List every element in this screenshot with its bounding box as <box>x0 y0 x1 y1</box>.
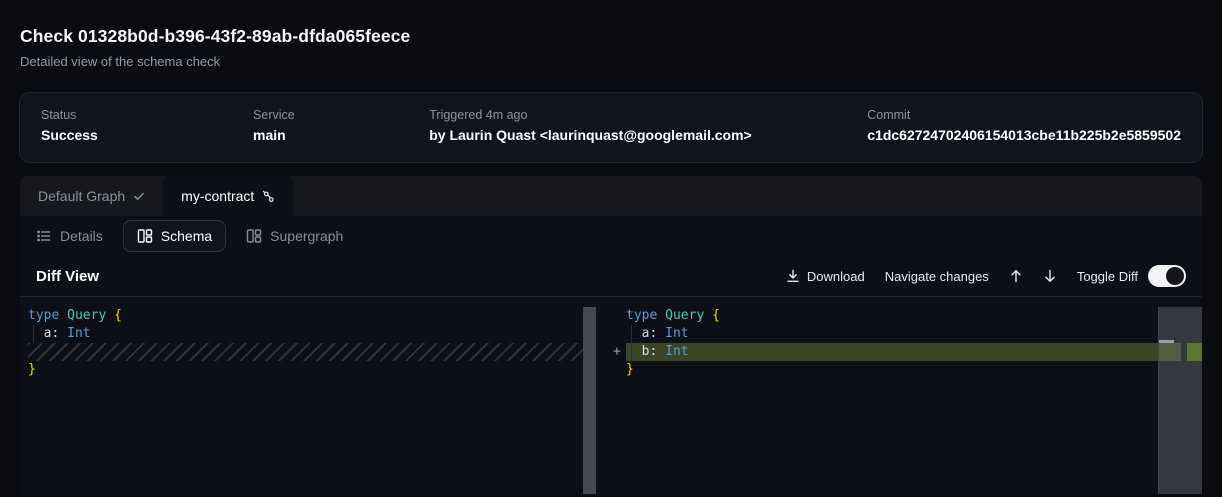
schema-check-page: Check 01328b0d-b396-43f2-89ab-dfda065fee… <box>0 0 1222 497</box>
commit-label: Commit <box>867 108 1181 122</box>
code-line: a: Int <box>28 325 583 343</box>
page-header: Check 01328b0d-b396-43f2-89ab-dfda065fee… <box>0 0 1222 69</box>
status-value: Success <box>41 127 253 143</box>
list-icon <box>36 228 52 244</box>
switch-knob <box>1166 267 1184 285</box>
code-line: } <box>28 361 583 379</box>
tab-default-graph[interactable]: Default Graph <box>20 176 163 216</box>
navigate-changes-label: Navigate changes <box>885 269 989 284</box>
plus-icon: + <box>613 343 621 361</box>
tab-supergraph[interactable]: Supergraph <box>246 228 343 244</box>
code-line: } <box>626 361 1158 379</box>
tab-default-graph-label: Default Graph <box>38 188 125 204</box>
arrow-up-icon <box>1009 269 1023 283</box>
check-detail-panel: Default Graph my-contract Details <box>20 176 1202 495</box>
diff-filler-line <box>28 343 583 361</box>
download-label: Download <box>807 269 865 284</box>
status-label: Status <box>41 108 253 122</box>
indent-guide <box>33 325 34 343</box>
next-change-button[interactable] <box>1043 269 1057 283</box>
added-code-line: + b: Int <box>626 343 1158 361</box>
navigate-changes-button[interactable]: Navigate changes <box>885 269 989 284</box>
service-value: main <box>253 127 429 143</box>
service-label: Service <box>253 108 429 122</box>
triggered-label: Triggered 4m ago <box>429 108 867 122</box>
code-line: type Query { <box>28 307 583 325</box>
diff-controls: Download Navigate changes Toggle Diff <box>786 265 1186 287</box>
arrow-down-icon <box>1043 269 1057 283</box>
commit-value: c1dc62724702406154013cbe11b225b2e5859502 <box>867 127 1181 143</box>
graph-tabs: Default Graph my-contract <box>20 176 1202 216</box>
download-button[interactable]: Download <box>786 269 865 284</box>
service-field: Service main <box>253 108 429 143</box>
triggered-value: by Laurin Quast <laurinquast@googlemail.… <box>429 127 867 143</box>
tab-my-contract-label: my-contract <box>181 188 254 204</box>
download-icon <box>786 269 800 283</box>
indent-guide <box>631 325 632 361</box>
view-tabs: Details Schema Supergraph <box>20 216 1202 256</box>
previous-change-button[interactable] <box>1009 269 1023 283</box>
tab-schema-label: Schema <box>161 228 212 244</box>
diff-view-title: Diff View <box>36 268 99 285</box>
toggle-diff-label: Toggle Diff <box>1077 269 1138 284</box>
layout-panels-icon <box>246 228 262 244</box>
diff-pane-modified[interactable]: type Query { a: Int+ b: Int} <box>596 307 1202 494</box>
code-line: type Query { <box>626 307 1158 325</box>
added-change-tint <box>1159 343 1181 361</box>
status-field: Status Success <box>41 108 253 143</box>
diff-header: Diff View Download Navigate changes <box>20 256 1202 297</box>
spline-contract-icon <box>262 190 275 203</box>
check-icon <box>133 190 145 202</box>
left-pane-scrollbar[interactable] <box>583 307 596 494</box>
tab-details[interactable]: Details <box>36 228 103 244</box>
page-subtitle: Detailed view of the schema check <box>20 54 1202 69</box>
layout-panels-icon <box>137 228 153 244</box>
code-line: a: Int <box>626 325 1158 343</box>
toggle-diff-control: Toggle Diff <box>1077 265 1186 287</box>
tab-supergraph-label: Supergraph <box>270 228 343 244</box>
triggered-field: Triggered 4m ago by Laurin Quast <laurin… <box>429 108 867 143</box>
commit-field: Commit c1dc62724702406154013cbe11b225b2e… <box>867 108 1181 143</box>
right-pane-scrollbar[interactable] <box>1158 307 1202 494</box>
diff-pane-original[interactable]: type Query { a: Int} <box>20 307 596 494</box>
tab-details-label: Details <box>60 228 103 244</box>
tab-my-contract[interactable]: my-contract <box>163 176 293 216</box>
toggle-diff-switch[interactable] <box>1148 265 1186 287</box>
added-change-overview-marker <box>1187 343 1202 361</box>
schema-diff-view: type Query { a: Int} type Query { a: Int… <box>20 297 1202 494</box>
page-title: Check 01328b0d-b396-43f2-89ab-dfda065fee… <box>20 26 1202 47</box>
summary-card: Status Success Service main Triggered 4m… <box>20 93 1202 162</box>
tab-schema[interactable]: Schema <box>123 220 226 252</box>
